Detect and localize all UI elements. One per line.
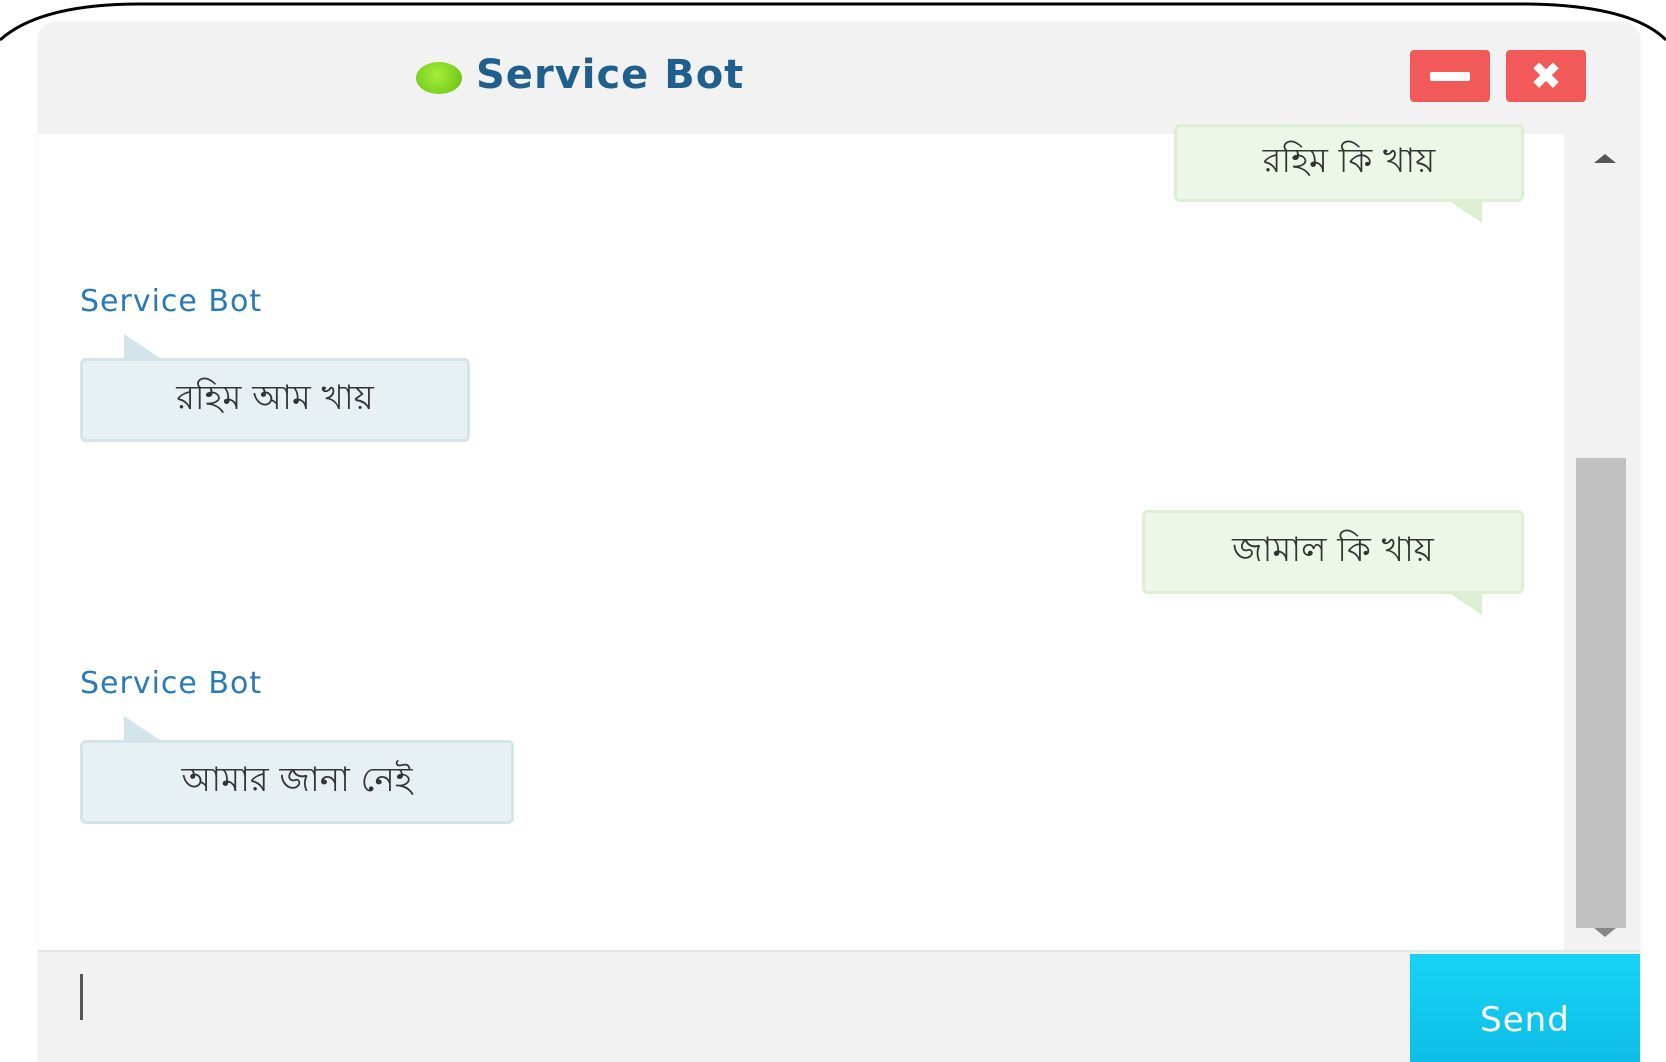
chat-window: Service Bot ✖ রহিম কি খায় Service Bot র… [38, 22, 1640, 1062]
text-caret [80, 974, 83, 1020]
message-text: জামাল কি খায় [1232, 529, 1434, 570]
bubble-tail [1446, 591, 1482, 615]
message-sender-label: Service Bot [80, 284, 263, 319]
scrollbar-thumb[interactable] [1576, 458, 1626, 928]
chat-title: Service Bot [476, 52, 745, 98]
minimize-icon [1430, 71, 1470, 81]
close-button[interactable]: ✖ [1506, 50, 1586, 102]
bot-message-bubble: রহিম আম খায় [80, 358, 470, 442]
scroll-down-arrow-icon[interactable] [1594, 928, 1616, 937]
message-list: রহিম কি খায় Service Bot রহিম আম খায় জা… [38, 124, 1564, 950]
online-status-icon [416, 62, 462, 94]
bubble-tail [124, 334, 160, 358]
message-input[interactable] [38, 952, 1410, 1062]
message-text: রহিম আম খায় [176, 377, 374, 418]
send-button[interactable]: Send [1410, 954, 1640, 1062]
user-message-bubble: জামাল কি খায় [1142, 510, 1524, 594]
user-message-bubble: রহিম কি খায় [1174, 124, 1524, 202]
composer-bar: Send [38, 950, 1640, 1062]
message-text: রহিম কি খায় [1262, 140, 1436, 181]
minimize-button[interactable] [1410, 50, 1490, 102]
message-sender-label: Service Bot [80, 666, 263, 701]
bot-message-bubble: আমার জানা নেই [80, 740, 514, 824]
bubble-tail [1446, 199, 1482, 223]
chat-header: Service Bot ✖ [38, 22, 1640, 134]
message-text: আমার জানা নেই [181, 759, 413, 800]
scroll-up-arrow-icon[interactable] [1594, 154, 1616, 163]
message-scrollbar[interactable] [1564, 134, 1640, 950]
bubble-tail [124, 716, 160, 740]
close-icon: ✖ [1530, 54, 1562, 98]
